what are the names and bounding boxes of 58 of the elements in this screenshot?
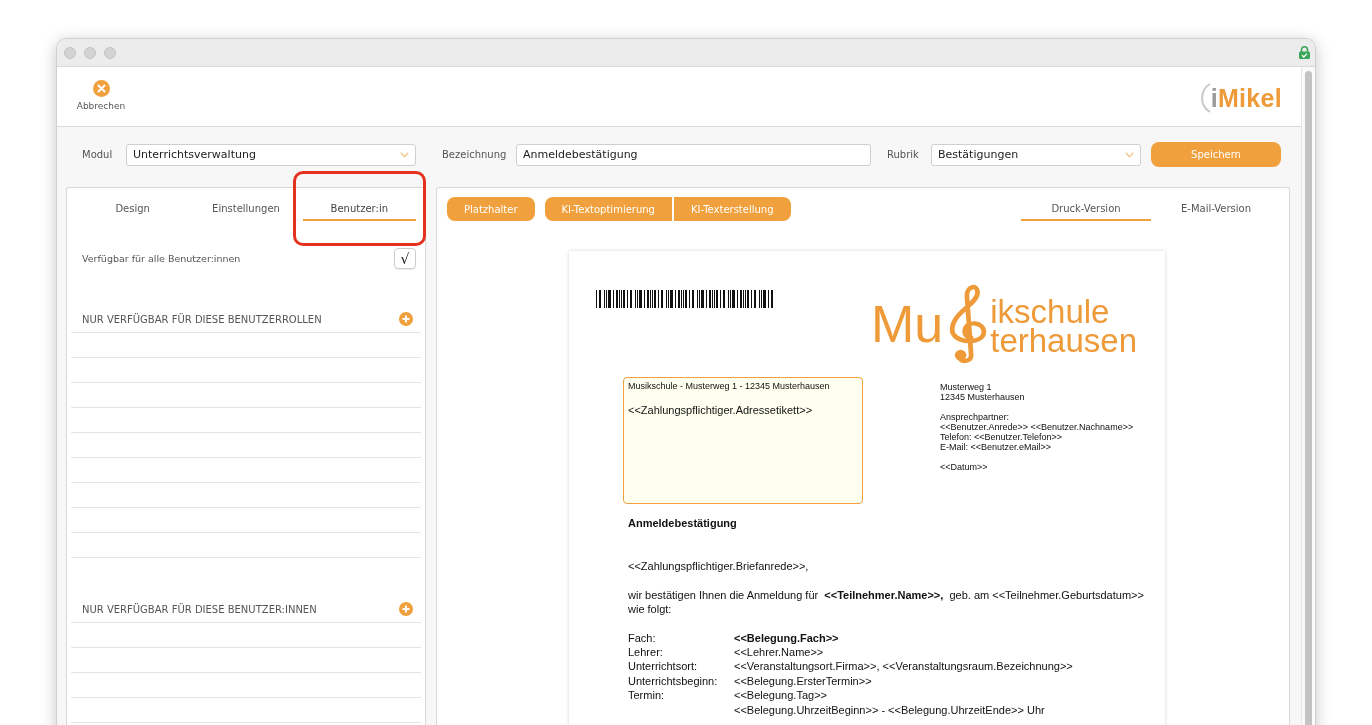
recipient-placeholder: <<Zahlungspflichtiger.Adressetikett>>	[628, 404, 814, 417]
field-label: Modul	[82, 149, 114, 160]
detail-value: <<Belegung.Tag>>	[734, 688, 828, 703]
address-field[interactable]: Musikschule - Musterweg 1 - 12345 Musterhausen <<Zahlungspflichtiger.Adressetikett>>	[623, 377, 863, 504]
detail-value: <<Lehrer.Name>>	[734, 645, 825, 660]
tab[interactable]: E-Mail-Version	[1151, 197, 1281, 221]
detail-value: <<Belegung.UhrzeitBeginn>> - <<Belegung.UhrzeitEnde>> Uhr	[734, 702, 1046, 718]
chevron-down-icon	[1125, 151, 1134, 158]
checkbox[interactable]: √	[394, 248, 416, 269]
tab[interactable]: Einstellungen	[189, 197, 303, 221]
chevron-down-icon	[400, 151, 409, 158]
sender-line: <<Benutzer.Anrede>> <<Benutzer.Nachname>>	[940, 422, 1134, 432]
lock-icon	[1299, 46, 1310, 59]
app-logo: iMikel	[1210, 85, 1282, 111]
add-icon[interactable]	[399, 602, 413, 616]
tab[interactable]: Druck-Version	[1021, 197, 1151, 221]
scrollbar[interactable]	[1301, 67, 1315, 725]
section-title: NUR VERFÜGBAR FÜR DIESE BENUTZERROLLEN	[82, 313, 322, 325]
detail-value: <<Belegung.Fach>>	[734, 630, 840, 646]
section-title: NUR VERFÜGBAR FÜR DIESE BENUTZER:INNEN	[82, 603, 317, 615]
logo-text: ikschule	[990, 299, 1110, 325]
swoosh-icon	[1198, 83, 1211, 113]
detail-value: <<Belegung.ErsterTermin>>	[734, 673, 873, 689]
sender-line: Musterweg 1	[940, 382, 993, 392]
logo-text: terhausen	[990, 328, 1137, 354]
logo-text: Mu	[870, 298, 944, 350]
sender-line: Telefon: <<Benutzer.Telefon>>	[940, 432, 1064, 442]
sender-line: 12345 Musterhausen	[940, 392, 1026, 402]
detail-label: Termin:	[628, 688, 666, 703]
window-close-icon[interactable]	[64, 46, 76, 59]
detail-label: Fach:	[628, 630, 657, 646]
tab[interactable]: Benutzer:in	[302, 197, 416, 221]
field-label: Rubrik	[887, 149, 920, 160]
letter-salutation: <<Zahlungspflichtiger.Briefanrede>>,	[628, 559, 810, 574]
detail-label: Unterrichtsbeginn:	[628, 673, 719, 689]
add-icon[interactable]	[399, 312, 413, 326]
sender-line: E-Mail: <<Benutzer.eMail>>	[940, 442, 1053, 452]
treble-clef-icon	[949, 282, 988, 365]
letter-paragraph: wir bestätigen Ihnen die Anmeldung für <<Teilnehmer.Name>>, geb. am <<Teilnehmer.Geburtsdatum>> wie folgt:	[628, 587, 1145, 617]
dropdown-field[interactable]: Bestätigungen	[931, 143, 1141, 166]
scrollbar-thumb[interactable]	[1305, 71, 1312, 725]
dropdown-field[interactable]: Unterrichtsverwaltung	[126, 143, 416, 166]
window-minimize-icon[interactable]	[84, 46, 96, 59]
sender-line: <<Datum>>	[940, 462, 989, 472]
detail-value: <<Veranstaltungsort.Firma>>, <<Veranstaltungsraum.Bezeichnung>>	[734, 659, 1074, 674]
field-label: Bezeichnung	[442, 149, 508, 160]
close-icon	[92, 80, 110, 97]
return-address: Musikschule - Musterweg 1 - 12345 Musterhausen	[628, 381, 831, 392]
text-field[interactable]: Anmeldebestätigung	[516, 143, 871, 166]
tab[interactable]: Design	[76, 197, 190, 221]
detail-label: Lehrer:	[628, 645, 664, 660]
sender-line: Ansprechpartner:	[940, 412, 1011, 422]
window-zoom-icon[interactable]	[104, 46, 116, 59]
checkbox-label: Verfügbar für alle Benutzer:innen	[82, 253, 241, 264]
letter-subject: Anmeldebestätigung	[628, 516, 738, 531]
cancel-button[interactable]: Abbrechen	[76, 80, 126, 111]
detail-label: Unterrichtsort:	[628, 659, 699, 674]
barcode-icon	[596, 290, 773, 308]
